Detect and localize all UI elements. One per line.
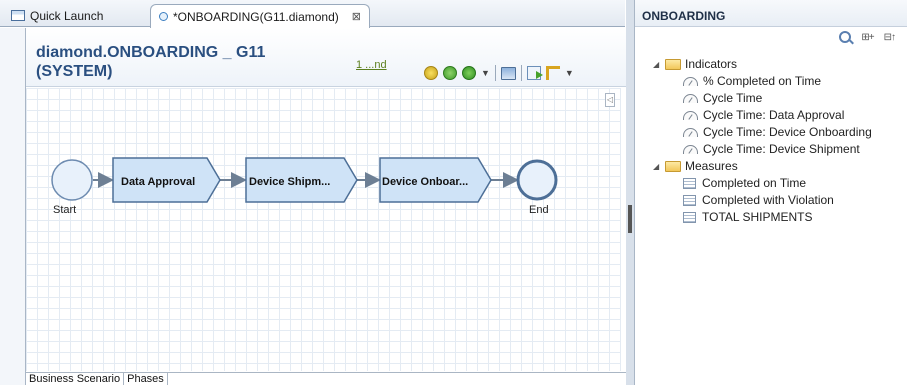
table-icon <box>11 10 25 21</box>
process-diagram: Start Data Approval Device Shipm... Devi… <box>51 157 558 216</box>
tab-label-onboarding: *ONBOARDING(G11.diamond) <box>172 9 339 24</box>
hierarchy-icon[interactable] <box>545 66 560 80</box>
measure-table-icon <box>683 195 696 206</box>
left-gutter <box>0 28 25 385</box>
tab-phases[interactable]: Phases <box>124 373 168 385</box>
tree-folder-indicators[interactable]: ◢ Indicators <box>653 56 872 73</box>
run-icon[interactable] <box>462 66 476 80</box>
sash-handle-icon[interactable] <box>628 205 632 233</box>
expanded-twisty-icon[interactable]: ◢ <box>653 158 663 175</box>
diagram-canvas[interactable]: ◁ Start Data Approval Device Shipm... De… <box>26 88 621 371</box>
tree-label: TOTAL SHIPMENTS <box>702 210 813 224</box>
tree-label: Cycle Time: Data Approval <box>703 108 845 122</box>
tree-label: Cycle Time: Device Shipment <box>703 142 860 156</box>
tab-quick-launch[interactable]: Quick Launch <box>3 4 128 27</box>
layout-icon[interactable] <box>500 66 516 80</box>
editor-header: diamond.ONBOARDING _ G11 (SYSTEM) 1 ...n… <box>26 28 626 87</box>
folder-icon <box>665 161 681 172</box>
end-event[interactable] <box>516 159 558 201</box>
folder-icon <box>665 59 681 70</box>
hierarchy-dropdown-icon[interactable]: ▼ <box>565 68 574 78</box>
tree-item-indicator[interactable]: Cycle Time: Device Shipment <box>653 141 872 158</box>
outline-panel: ONBOARDING ⊞+ ⊟↑ ◢ Indicators % Complete… <box>634 0 907 385</box>
export-icon[interactable] <box>526 66 543 80</box>
tab-business-scenario[interactable]: Business Scenario <box>26 373 125 385</box>
tree-item-measure[interactable]: Completed on Time <box>653 175 872 192</box>
run-dropdown-icon[interactable]: ▼ <box>481 68 490 78</box>
tree-label: Measures <box>685 159 738 173</box>
validate-icon[interactable] <box>443 66 457 80</box>
toolbar-separator <box>520 65 522 81</box>
editor-bottom-tabs: Business Scenario Phases <box>26 372 626 385</box>
step-device-onboarding[interactable]: Device Onboar... <box>379 157 492 203</box>
tree-item-measure[interactable]: TOTAL SHIPMENTS <box>653 209 872 226</box>
outline-title: ONBOARDING <box>635 0 907 27</box>
start-event[interactable] <box>51 159 93 201</box>
step-back-icon[interactable] <box>424 66 438 80</box>
step-label: Data Approval <box>121 176 195 188</box>
measure-table-icon <box>683 212 696 223</box>
toolbar-separator <box>494 65 496 81</box>
tree-folder-measures[interactable]: ◢ Measures <box>653 158 872 175</box>
outline-tree: ◢ Indicators % Completed on Time Cycle T… <box>653 56 872 226</box>
expanded-twisty-icon[interactable]: ◢ <box>653 56 663 73</box>
measure-table-icon <box>683 178 696 189</box>
phase-link[interactable]: 1 ...nd <box>356 59 387 71</box>
tree-item-indicator[interactable]: % Completed on Time <box>653 73 872 90</box>
gauge-icon <box>683 111 698 120</box>
step-data-approval[interactable]: Data Approval <box>112 157 221 203</box>
process-editor: diamond.ONBOARDING _ G11 (SYSTEM) 1 ...n… <box>25 28 626 385</box>
search-icon[interactable] <box>839 31 852 43</box>
outline-toolbar: ⊞+ ⊟↑ <box>839 31 896 43</box>
tree-label: Completed on Time <box>702 176 807 190</box>
tree-item-indicator[interactable]: Cycle Time: Device Onboarding <box>653 124 872 141</box>
tree-item-indicator[interactable]: Cycle Time <box>653 90 872 107</box>
tab-onboarding-editor[interactable]: *ONBOARDING(G11.diamond) ⊠ <box>150 4 370 28</box>
tree-label: Completed with Violation <box>702 193 834 207</box>
gauge-icon <box>683 94 698 103</box>
gauge-icon <box>683 77 698 86</box>
step-label: Device Onboar... <box>382 176 468 188</box>
process-shape-icon <box>159 12 168 21</box>
tree-label: Cycle Time <box>703 91 763 105</box>
end-label: End <box>529 204 549 216</box>
step-label: Device Shipm... <box>249 176 330 188</box>
tree-label: % Completed on Time <box>703 74 822 88</box>
tree-item-measure[interactable]: Completed with Violation <box>653 192 872 209</box>
close-tab-icon[interactable]: ⊠ <box>352 10 361 23</box>
gauge-icon <box>683 128 698 137</box>
step-device-shipment[interactable]: Device Shipm... <box>245 157 358 203</box>
tree-item-indicator[interactable]: Cycle Time: Data Approval <box>653 107 872 124</box>
tree-label: Indicators <box>685 57 738 71</box>
editor-toolbar: ▼ ▼ <box>424 64 574 82</box>
tree-label: Cycle Time: Device Onboarding <box>703 125 872 139</box>
expand-all-icon[interactable]: ⊞+ <box>861 32 874 43</box>
editor-tab-strip: Quick Launch *ONBOARDING(G11.diamond) ⊠ <box>0 0 625 28</box>
gauge-icon <box>683 145 698 154</box>
page-title: diamond.ONBOARDING _ G11 (SYSTEM) <box>36 43 316 81</box>
panel-sash[interactable] <box>626 0 634 385</box>
tab-label-quick-launch: Quick Launch <box>30 8 104 23</box>
collapse-all-icon[interactable]: ⊟↑ <box>884 32 896 43</box>
title-line-1: diamond.ONBOARDING _ G11 <box>36 44 266 61</box>
title-line-2: (SYSTEM) <box>36 63 113 80</box>
start-label: Start <box>53 204 76 216</box>
